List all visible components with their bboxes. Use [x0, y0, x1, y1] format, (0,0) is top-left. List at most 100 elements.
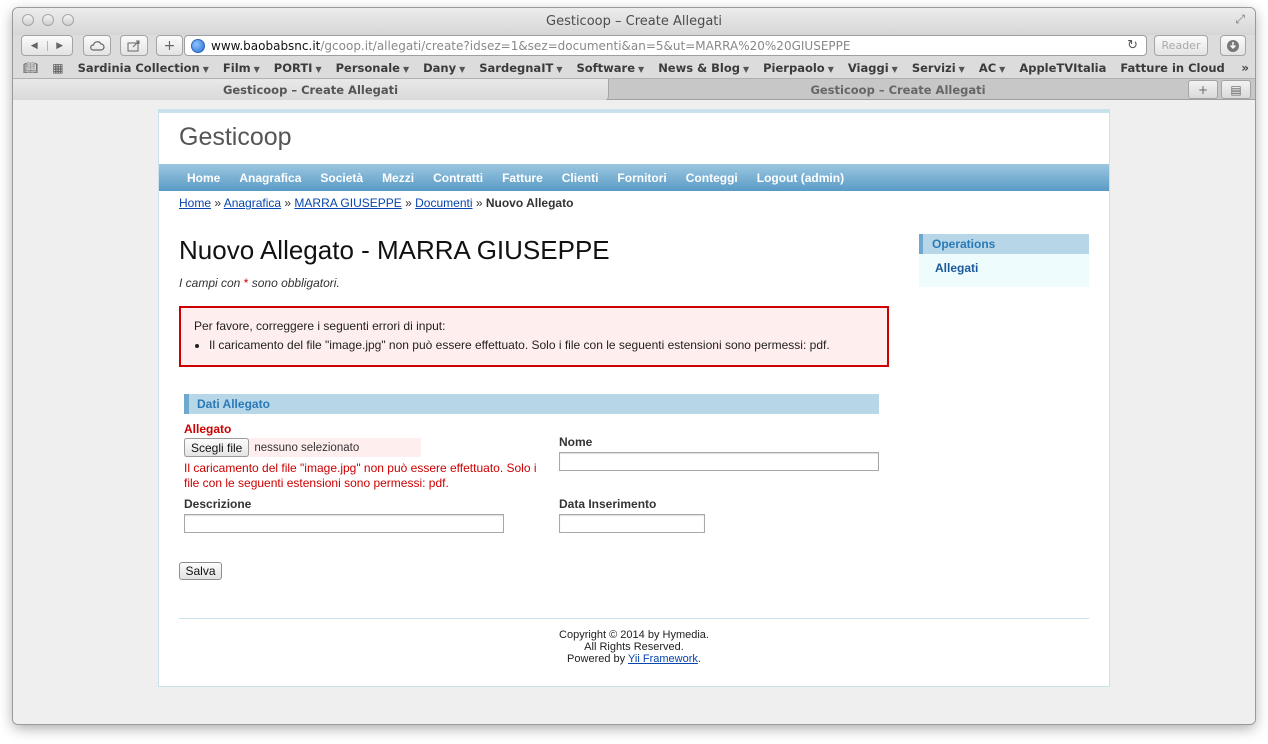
- menu-mezzi[interactable]: Mezzi: [382, 171, 414, 185]
- file-input: Scegli file nessuno selezionato: [184, 438, 421, 457]
- menu-fatture[interactable]: Fatture: [502, 171, 543, 185]
- menu-conteggi[interactable]: Conteggi: [686, 171, 738, 185]
- menu-logout[interactable]: Logout (admin): [757, 171, 844, 185]
- bookmark-item[interactable]: News & Blog ▼: [658, 61, 749, 75]
- dropdown-arrow-icon: ▼: [638, 64, 645, 74]
- title-bar: Gesticoop – Create Allegati ⤢: [13, 8, 1255, 35]
- breadcrumb-documenti[interactable]: Documenti: [415, 196, 472, 210]
- address-bar[interactable]: www.baobabsnc.it /gcoop.it/allegati/crea…: [184, 35, 1147, 56]
- tab-list-icon: ▤: [1230, 82, 1242, 97]
- tab-bar: Gesticoop – Create Allegati Gesticoop – …: [13, 78, 1255, 100]
- breadcrumb: Home » Anagrafica » MARRA GIUSEPPE » Doc…: [179, 196, 573, 210]
- bookmark-items: Sardinia Collection ▼ Film ▼ PORTI ▼ Personale…: [78, 61, 1239, 75]
- dropdown-arrow-icon: ▼: [253, 64, 260, 74]
- data-inserimento-input[interactable]: [559, 514, 705, 533]
- bookmark-item[interactable]: Sardinia Collection ▼: [78, 61, 209, 75]
- bookmark-label: AC: [978, 60, 997, 75]
- bookmark-label: Personale: [335, 60, 400, 75]
- bookmark-label: Software: [576, 60, 636, 75]
- bookmark-item[interactable]: PORTI ▼: [274, 61, 322, 75]
- forward-icon[interactable]: ▶: [48, 41, 73, 51]
- bookmark-item[interactable]: AC ▼: [979, 61, 1006, 75]
- required-star: *: [243, 276, 249, 290]
- bookmark-item[interactable]: Servizi ▼: [912, 61, 965, 75]
- tab-1[interactable]: Gesticoop – Create Allegati: [13, 79, 609, 100]
- breadcrumb-anagrafica[interactable]: Anagrafica: [224, 196, 281, 210]
- powered-suffix: .: [697, 653, 701, 665]
- bookmark-item[interactable]: Pierpaolo ▼: [763, 61, 834, 75]
- bookmark-item[interactable]: Personale ▼: [336, 61, 410, 75]
- breadcrumb-separator: »: [281, 196, 295, 210]
- tab-2[interactable]: Gesticoop – Create Allegati: [609, 79, 1187, 100]
- allegato-label: Allegato: [184, 422, 232, 436]
- reload-icon[interactable]: ↻: [1127, 38, 1138, 53]
- note-suffix: sono obbligatori.: [251, 276, 340, 290]
- bookmark-item[interactable]: AppleTVItalia: [1019, 61, 1106, 75]
- menu-contratti[interactable]: Contratti: [433, 171, 483, 185]
- error-summary-heading: Per favore, correggere i seguenti errori…: [194, 319, 446, 333]
- menu-anagrafica[interactable]: Anagrafica: [239, 171, 301, 185]
- dropdown-arrow-icon: ▼: [202, 64, 209, 74]
- bookmark-item[interactable]: SardegnaIT ▼: [479, 61, 562, 75]
- new-tab-button[interactable]: +: [1188, 80, 1218, 99]
- bookmark-label: PORTI: [273, 60, 313, 75]
- bookmark-item[interactable]: Film ▼: [223, 61, 260, 75]
- tab-overview-button[interactable]: ▤: [1221, 80, 1251, 99]
- more-bookmarks-icon[interactable]: »: [1241, 61, 1249, 75]
- footer-powered: Powered by Yii Framework.: [179, 653, 1089, 665]
- bookmark-label: Servizi: [911, 60, 956, 75]
- save-button[interactable]: Salva: [179, 562, 222, 580]
- site-logo: Gesticoop: [179, 123, 292, 151]
- yii-framework-link[interactable]: Yii Framework: [628, 653, 698, 665]
- menu-home[interactable]: Home: [187, 171, 220, 185]
- back-icon[interactable]: ◀: [22, 40, 48, 51]
- error-summary: Per favore, correggere i seguenti errori…: [179, 306, 889, 367]
- add-bookmark-button[interactable]: +: [156, 35, 183, 56]
- dropdown-arrow-icon: ▼: [999, 64, 1006, 74]
- breadcrumb-home[interactable]: Home: [179, 196, 211, 210]
- bookmark-label: SardegnaIT: [479, 60, 554, 75]
- main-menu: Home Anagrafica Società Mezzi Contratti …: [159, 164, 1109, 191]
- menu-clienti[interactable]: Clienti: [562, 171, 599, 185]
- operations-title: Operations: [919, 234, 1089, 254]
- plus-icon: +: [1197, 82, 1209, 97]
- page-title: Nuovo Allegato - MARRA GIUSEPPE: [179, 235, 610, 265]
- fullscreen-icon[interactable]: ⤢: [1235, 12, 1245, 27]
- browser-toolbar: ◀ ▶ + www.baobabsnc.it /gcoop.it/allegat…: [13, 35, 1255, 57]
- download-icon: [1227, 39, 1239, 52]
- bookmark-item[interactable]: Viaggi ▼: [848, 61, 898, 75]
- window-title: Gesticoop – Create Allegati: [546, 14, 722, 29]
- reader-button[interactable]: Reader: [1154, 35, 1208, 56]
- page-container: Gesticoop Home Anagrafica Società Mezzi …: [158, 109, 1110, 687]
- bookmark-label: Dany: [423, 60, 457, 75]
- note-prefix: I campi con: [179, 276, 241, 290]
- footer: Copyright © 2014 by Hymedia. All Rights …: [179, 629, 1089, 665]
- bookmarks-bar: 📖︎ ▦ Sardinia Collection ▼ Film ▼ PORTI ▼ Pers…: [13, 57, 1255, 78]
- dropdown-arrow-icon: ▼: [891, 64, 898, 74]
- operations-item-allegati[interactable]: Allegati: [919, 254, 1089, 275]
- fieldset-legend: Dati Allegato: [184, 394, 879, 414]
- bookmark-item[interactable]: Dany ▼: [423, 61, 465, 75]
- url-path: /gcoop.it/allegati/create?idsez=1&sez=do…: [320, 38, 851, 53]
- icloud-tabs-button[interactable]: [83, 35, 111, 56]
- bookmark-label: Pierpaolo: [763, 60, 825, 75]
- descrizione-input[interactable]: [184, 514, 504, 533]
- nome-label: Nome: [559, 435, 593, 449]
- bookmark-item[interactable]: Software ▼: [576, 61, 644, 75]
- bookmark-label: Viaggi: [847, 60, 889, 75]
- downloads-button[interactable]: [1220, 35, 1246, 56]
- breadcrumb-person[interactable]: MARRA GIUSEPPE: [294, 196, 401, 210]
- bookmark-item[interactable]: Fatture in Cloud: [1120, 61, 1224, 75]
- dropdown-arrow-icon: ▼: [459, 64, 466, 74]
- dropdown-arrow-icon: ▼: [402, 64, 410, 74]
- share-button[interactable]: [120, 35, 148, 56]
- footer-rights: All Rights Reserved.: [584, 641, 684, 653]
- top-sites-icon[interactable]: ▦: [52, 61, 63, 75]
- menu-fornitori[interactable]: Fornitori: [617, 171, 666, 185]
- required-note: I campi con * sono obbligatori.: [179, 276, 340, 290]
- web-content: Gesticoop Home Anagrafica Società Mezzi …: [13, 100, 1255, 724]
- reading-list-icon[interactable]: 📖︎: [23, 61, 38, 75]
- nome-input[interactable]: [559, 452, 879, 471]
- menu-societa[interactable]: Società: [320, 171, 363, 185]
- choose-file-button[interactable]: Scegli file: [184, 438, 250, 457]
